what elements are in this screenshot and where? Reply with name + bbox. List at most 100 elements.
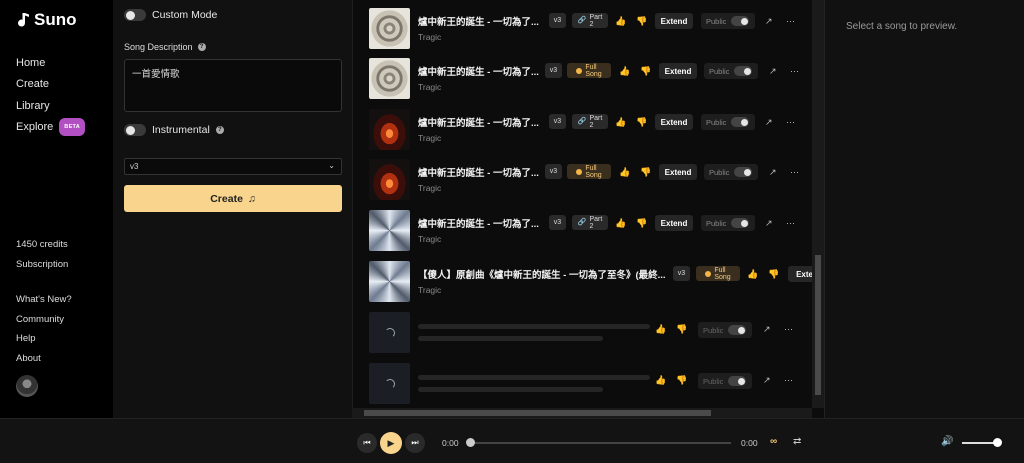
- song-cover[interactable]: [369, 8, 410, 49]
- public-toggle[interactable]: Public: [698, 322, 752, 338]
- help-icon[interactable]: ?: [215, 126, 224, 134]
- thumbs-down-icon[interactable]: 👎: [768, 269, 779, 280]
- thumbs-down-icon[interactable]: 👎: [676, 324, 687, 335]
- share-icon[interactable]: ↗: [765, 218, 773, 229]
- model-select[interactable]: v3 ⌄: [124, 158, 342, 175]
- song-title[interactable]: 爐中新王的誕生 - 一切為了...: [418, 165, 539, 179]
- create-button[interactable]: Create ♫: [124, 185, 342, 212]
- volume-slider[interactable]: [962, 442, 997, 444]
- thumbs-up-icon[interactable]: 👍: [615, 218, 626, 229]
- more-icon[interactable]: ⋯: [790, 167, 799, 178]
- more-icon[interactable]: ⋯: [786, 16, 795, 27]
- song-cover[interactable]: [369, 159, 410, 200]
- song-row[interactable]: 爐中新王的誕生 - 一切為了... Tragic v3 🔗 Part 2 👍 👎 E…: [353, 0, 812, 50]
- public-toggle[interactable]: Public: [698, 373, 752, 389]
- more-icon[interactable]: ⋯: [784, 324, 793, 335]
- thumbs-down-icon[interactable]: 👎: [640, 167, 651, 178]
- song-cover[interactable]: [369, 261, 410, 302]
- thumbs-up-icon[interactable]: 👍: [655, 324, 666, 335]
- thumbs-down-icon[interactable]: 👎: [636, 218, 647, 229]
- thumbs-up-icon[interactable]: 👍: [619, 167, 630, 178]
- public-switch[interactable]: [728, 325, 747, 335]
- avatar[interactable]: [16, 375, 38, 397]
- logo[interactable]: Suno: [16, 10, 77, 30]
- extend-button[interactable]: Extend: [659, 164, 697, 180]
- extend-button[interactable]: Extend: [655, 13, 693, 29]
- extend-button[interactable]: Extend: [655, 114, 693, 130]
- song-row[interactable]: 【傻人】原創曲《爐中新王的誕生 - 一切為了至冬》(最終... Tragic v…: [353, 253, 812, 303]
- share-icon[interactable]: ↗: [765, 117, 773, 128]
- progress-track[interactable]: [470, 442, 731, 444]
- public-switch[interactable]: [731, 16, 750, 26]
- song-description-input[interactable]: 一首愛情歌: [124, 59, 342, 112]
- public-switch[interactable]: [731, 117, 750, 127]
- nav-library[interactable]: Library: [16, 95, 85, 117]
- song-row[interactable]: 爐中新王的誕生 - 一切為了... Tragic v3 Full Song 👍 👎…: [353, 50, 812, 100]
- play-button[interactable]: ▶: [380, 432, 402, 454]
- share-icon[interactable]: ↗: [763, 375, 771, 386]
- share-icon[interactable]: ↗: [769, 167, 777, 178]
- full-song-tag[interactable]: Full Song: [567, 63, 611, 78]
- public-toggle[interactable]: Public: [704, 164, 758, 180]
- song-row[interactable]: 爐中新王的誕生 - 一切為了... Tragic v3 Full Song 👍 👎…: [353, 151, 812, 201]
- song-title[interactable]: 爐中新王的誕生 - 一切為了...: [418, 14, 539, 28]
- public-switch[interactable]: [734, 66, 753, 76]
- next-button[interactable]: ⏭: [405, 433, 425, 453]
- shuffle-icon[interactable]: ⇄: [793, 436, 801, 447]
- thumbs-down-icon[interactable]: 👎: [636, 16, 647, 27]
- song-cover[interactable]: [369, 109, 410, 150]
- public-toggle[interactable]: Public: [701, 13, 755, 29]
- song-row[interactable]: 爐中新王的誕生 - 一切為了... Tragic v3 🔗 Part 2 👍 👎 E…: [353, 101, 812, 151]
- public-toggle[interactable]: Public: [701, 215, 755, 231]
- share-icon[interactable]: ↗: [763, 324, 771, 335]
- more-icon[interactable]: ⋯: [790, 66, 799, 77]
- share-icon[interactable]: ↗: [769, 66, 777, 77]
- thumbs-up-icon[interactable]: 👍: [619, 66, 630, 77]
- part-tag[interactable]: 🔗 Part 2: [572, 13, 608, 28]
- thumbs-up-icon[interactable]: 👍: [615, 16, 626, 27]
- public-toggle[interactable]: Public: [704, 63, 758, 79]
- instrumental-toggle[interactable]: [124, 124, 146, 136]
- custom-mode-toggle[interactable]: [124, 9, 146, 21]
- nav-create[interactable]: Create: [16, 74, 85, 96]
- scrollbar-thumb[interactable]: [815, 255, 821, 395]
- about-link[interactable]: About: [16, 353, 72, 373]
- full-song-tag[interactable]: Full Song: [567, 164, 611, 179]
- nav-home[interactable]: Home: [16, 52, 85, 74]
- extend-button[interactable]: Exten: [788, 266, 812, 282]
- thumbs-down-icon[interactable]: 👎: [636, 117, 647, 128]
- song-title[interactable]: 【傻人】原創曲《爐中新王的誕生 - 一切為了至冬》(最終...: [418, 267, 666, 281]
- whats-new-link[interactable]: What's New?: [16, 294, 72, 314]
- more-icon[interactable]: ⋯: [786, 117, 795, 128]
- public-toggle[interactable]: Public: [701, 114, 755, 130]
- song-title[interactable]: 爐中新王的誕生 - 一切為了...: [418, 115, 539, 129]
- thumbs-up-icon[interactable]: 👍: [615, 117, 626, 128]
- share-icon[interactable]: ↗: [765, 16, 773, 27]
- nav-explore[interactable]: Explore BETA: [16, 117, 86, 139]
- horizontal-scrollbar[interactable]: [352, 408, 812, 418]
- part-tag[interactable]: 🔗 Part 2: [572, 215, 608, 230]
- song-cover[interactable]: [369, 210, 410, 251]
- public-switch[interactable]: [728, 376, 747, 386]
- previous-button[interactable]: ⏮: [357, 433, 377, 453]
- thumbs-up-icon[interactable]: 👍: [655, 375, 666, 386]
- thumbs-down-icon[interactable]: 👎: [676, 375, 687, 386]
- thumbs-up-icon[interactable]: 👍: [747, 269, 758, 280]
- more-icon[interactable]: ⋯: [784, 375, 793, 386]
- extend-button[interactable]: Extend: [655, 215, 693, 231]
- volume-knob[interactable]: [993, 438, 1002, 447]
- song-row[interactable]: 爐中新王的誕生 - 一切為了... Tragic v3 🔗 Part 2 👍 👎 E…: [353, 202, 812, 252]
- public-switch[interactable]: [734, 167, 753, 177]
- loop-icon[interactable]: ∞: [770, 436, 777, 447]
- extend-button[interactable]: Extend: [659, 63, 697, 79]
- full-song-tag[interactable]: Full Song: [696, 266, 740, 281]
- song-cover[interactable]: [369, 58, 410, 99]
- more-icon[interactable]: ⋯: [786, 218, 795, 229]
- progress-knob[interactable]: [466, 438, 475, 447]
- song-title[interactable]: 爐中新王的誕生 - 一切為了...: [418, 64, 539, 78]
- volume-icon[interactable]: 🔊: [941, 436, 953, 447]
- public-switch[interactable]: [731, 218, 750, 228]
- help-link[interactable]: Help: [16, 333, 72, 353]
- song-title[interactable]: 爐中新王的誕生 - 一切為了...: [418, 216, 539, 230]
- scrollbar-thumb[interactable]: [364, 410, 711, 416]
